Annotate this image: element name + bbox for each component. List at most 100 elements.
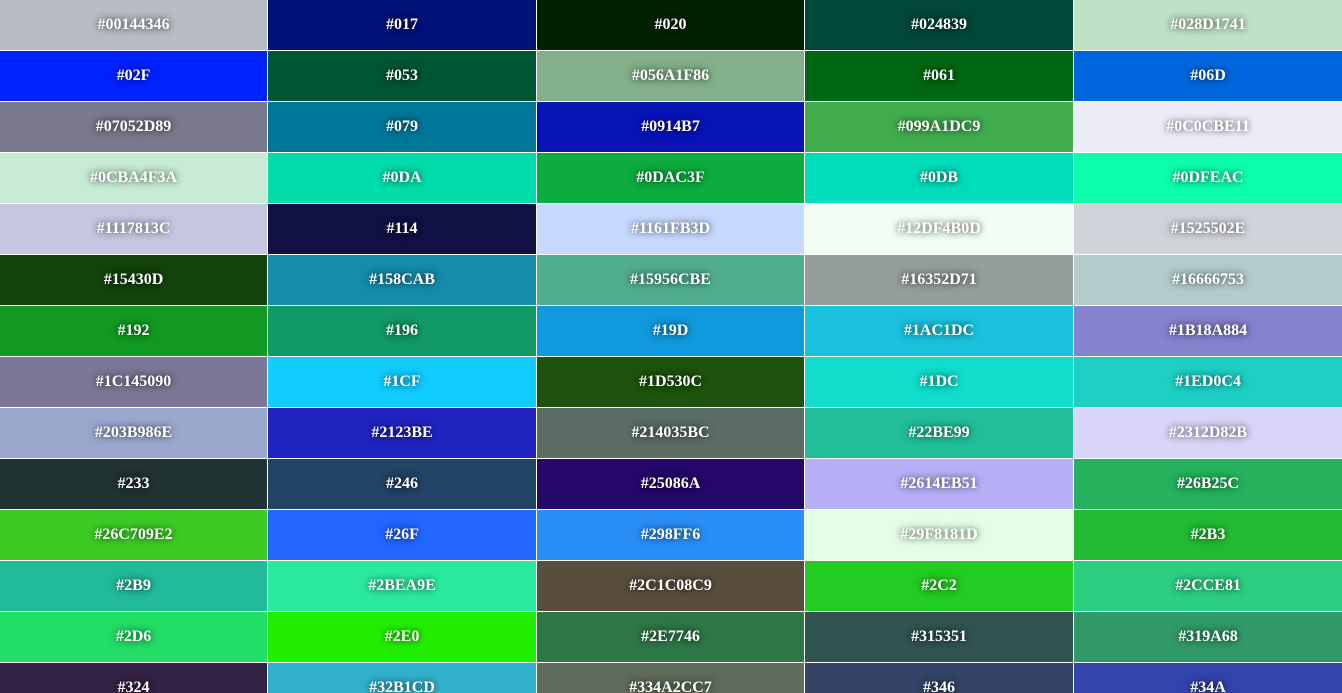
- color-swatch[interactable]: #2CCE81: [1074, 561, 1342, 611]
- color-swatch[interactable]: #06D: [1074, 51, 1342, 101]
- color-swatch-label: #061: [923, 67, 955, 84]
- color-swatch[interactable]: #0DFEAC: [1074, 153, 1342, 203]
- color-swatch-label: #15430D: [103, 271, 164, 288]
- color-swatch[interactable]: #1DC: [805, 357, 1073, 407]
- color-swatch[interactable]: #1ED0C4: [1074, 357, 1342, 407]
- color-swatch[interactable]: #053: [268, 51, 536, 101]
- color-swatch[interactable]: #1CF: [268, 357, 536, 407]
- color-swatch[interactable]: #07052D89: [0, 102, 267, 152]
- color-swatch[interactable]: #2E7746: [537, 612, 804, 662]
- color-swatch[interactable]: #056A1F86: [537, 51, 804, 101]
- color-swatch-label: #0DAC3F: [636, 169, 705, 186]
- color-swatch[interactable]: #16352D71: [805, 255, 1073, 305]
- color-swatch[interactable]: #1525502E: [1074, 204, 1342, 254]
- color-swatch[interactable]: #19D: [537, 306, 804, 356]
- color-swatch[interactable]: #114: [268, 204, 536, 254]
- color-swatch[interactable]: #02F: [0, 51, 267, 101]
- color-swatch[interactable]: #324: [0, 663, 267, 693]
- color-swatch-label: #1DC: [919, 373, 959, 390]
- color-swatch[interactable]: #2312D82B: [1074, 408, 1342, 458]
- color-swatch[interactable]: #061: [805, 51, 1073, 101]
- color-swatch[interactable]: #32B1CD: [268, 663, 536, 693]
- color-swatch-label: #346: [923, 679, 955, 693]
- color-swatch-label: #1B18A884: [1168, 322, 1248, 339]
- color-swatch[interactable]: #1117813C: [0, 204, 267, 254]
- color-swatch-label: #099A1DC9: [897, 118, 981, 135]
- color-swatch[interactable]: #079: [268, 102, 536, 152]
- color-swatch[interactable]: #192: [0, 306, 267, 356]
- color-swatch-label: #1AC1DC: [903, 322, 975, 339]
- color-swatch[interactable]: #15430D: [0, 255, 267, 305]
- color-swatch-label: #319A68: [1178, 628, 1238, 645]
- color-swatch[interactable]: #15956CBE: [537, 255, 804, 305]
- color-swatch[interactable]: #34A: [1074, 663, 1342, 693]
- color-swatch-label: #26F: [385, 526, 419, 543]
- color-swatch[interactable]: #26B25C: [1074, 459, 1342, 509]
- color-swatch[interactable]: #2B3: [1074, 510, 1342, 560]
- color-swatch[interactable]: #00144346: [0, 0, 267, 50]
- color-swatch-label: #19D: [652, 322, 689, 339]
- color-swatch[interactable]: #1D530C: [537, 357, 804, 407]
- color-swatch[interactable]: #2BEA9E: [268, 561, 536, 611]
- color-swatch-label: #2123BE: [371, 424, 433, 441]
- color-swatch[interactable]: #0DAC3F: [537, 153, 804, 203]
- color-swatch[interactable]: #298FF6: [537, 510, 804, 560]
- color-swatch[interactable]: #196: [268, 306, 536, 356]
- color-swatch-label: #2312D82B: [1168, 424, 1248, 441]
- color-swatch[interactable]: #246: [268, 459, 536, 509]
- color-swatch[interactable]: #319A68: [1074, 612, 1342, 662]
- color-swatch[interactable]: #22BE99: [805, 408, 1073, 458]
- color-swatch-label: #214035BC: [631, 424, 710, 441]
- color-swatch[interactable]: #2123BE: [268, 408, 536, 458]
- color-swatch-label: #2B3: [1190, 526, 1226, 543]
- color-swatch[interactable]: #334A2CC7: [537, 663, 804, 693]
- color-swatch[interactable]: #1161FB3D: [537, 204, 804, 254]
- color-swatch-label: #16352D71: [901, 271, 977, 288]
- color-swatch[interactable]: #29F8181D: [805, 510, 1073, 560]
- color-swatch-label: #246: [386, 475, 418, 492]
- color-swatch[interactable]: #1B18A884: [1074, 306, 1342, 356]
- color-swatch-label: #196: [386, 322, 418, 339]
- color-swatch[interactable]: #1C145090: [0, 357, 267, 407]
- color-swatch[interactable]: #26C709E2: [0, 510, 267, 560]
- color-swatch[interactable]: #203B986E: [0, 408, 267, 458]
- color-swatch[interactable]: #0914B7: [537, 102, 804, 152]
- color-swatch-label: #1ED0C4: [1175, 373, 1241, 390]
- color-swatch[interactable]: #158CAB: [268, 255, 536, 305]
- color-swatch-label: #2B9: [116, 577, 151, 594]
- color-swatch-label: #017: [386, 16, 418, 33]
- color-swatch[interactable]: #315351: [805, 612, 1073, 662]
- color-swatch[interactable]: #028D1741: [1074, 0, 1342, 50]
- color-swatch[interactable]: #017: [268, 0, 536, 50]
- color-swatch-label: #233: [117, 475, 150, 492]
- color-swatch-label: #32B1CD: [369, 679, 435, 693]
- color-swatch[interactable]: #024839: [805, 0, 1073, 50]
- color-swatch-label: #2614EB51: [900, 475, 978, 492]
- color-swatch[interactable]: #346: [805, 663, 1073, 693]
- color-swatch-label: #2BEA9E: [368, 577, 436, 594]
- color-swatch-label: #158CAB: [369, 271, 435, 288]
- color-swatch[interactable]: #12DF4B0D: [805, 204, 1073, 254]
- color-swatch[interactable]: #0DA: [268, 153, 536, 203]
- color-swatch-label: #324: [117, 679, 150, 693]
- color-swatch[interactable]: #26F: [268, 510, 536, 560]
- color-swatch[interactable]: #099A1DC9: [805, 102, 1073, 152]
- color-swatch-label: #15956CBE: [630, 271, 711, 288]
- color-swatch[interactable]: #16666753: [1074, 255, 1342, 305]
- color-swatch-label: #26B25C: [1176, 475, 1240, 492]
- color-swatch[interactable]: #020: [537, 0, 804, 50]
- color-swatch[interactable]: #2C2: [805, 561, 1073, 611]
- color-swatch[interactable]: #2614EB51: [805, 459, 1073, 509]
- color-swatch[interactable]: #214035BC: [537, 408, 804, 458]
- color-swatch[interactable]: #2E0: [268, 612, 536, 662]
- color-swatch[interactable]: #233: [0, 459, 267, 509]
- color-swatch[interactable]: #2C1C08C9: [537, 561, 804, 611]
- color-swatch[interactable]: #25086A: [537, 459, 804, 509]
- color-swatch[interactable]: #0DB: [805, 153, 1073, 203]
- color-swatch-label: #22BE99: [908, 424, 970, 441]
- color-swatch[interactable]: #1AC1DC: [805, 306, 1073, 356]
- color-swatch[interactable]: #2B9: [0, 561, 267, 611]
- color-swatch[interactable]: #2D6: [0, 612, 267, 662]
- color-swatch[interactable]: #0C0CBE11: [1074, 102, 1342, 152]
- color-swatch[interactable]: #0CBA4F3A: [0, 153, 267, 203]
